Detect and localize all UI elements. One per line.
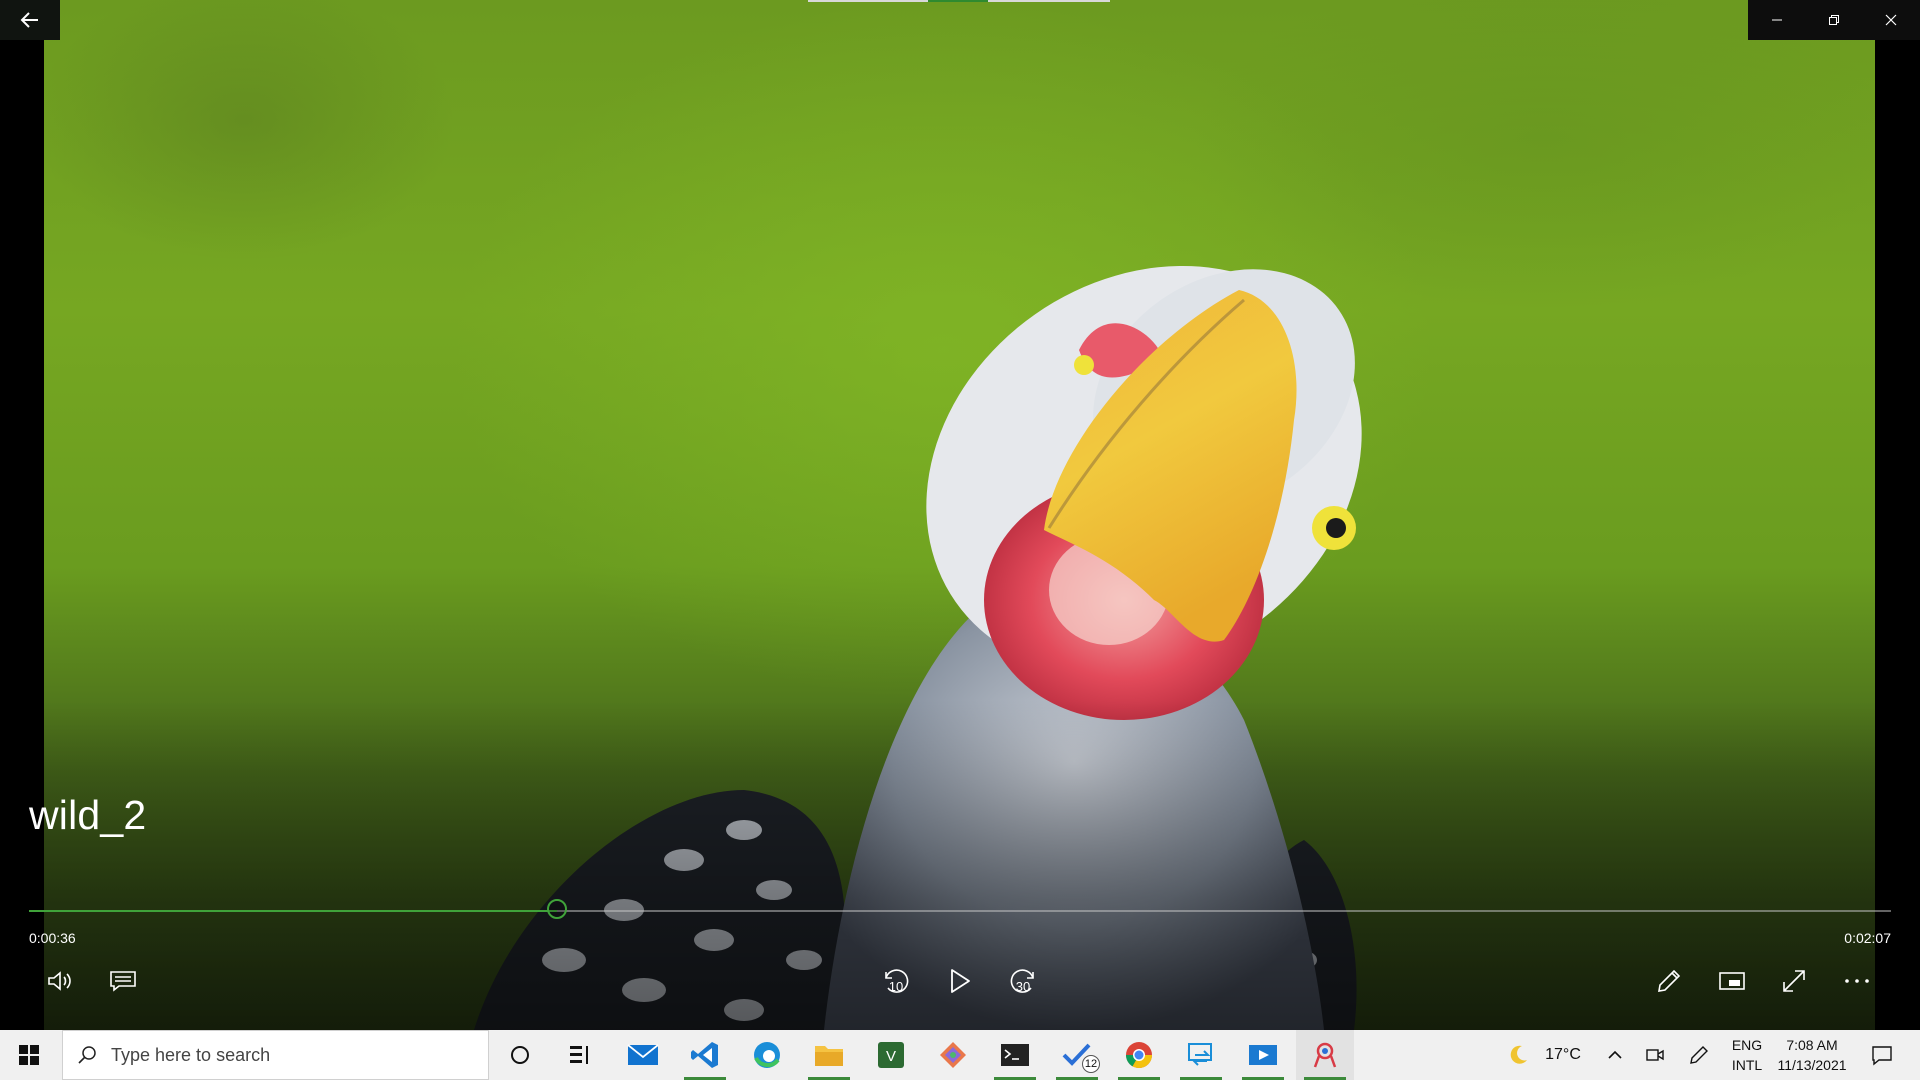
- volume-icon: [48, 971, 71, 991]
- tray-pen-workspace[interactable]: [1684, 1030, 1714, 1080]
- taskbar-vscode[interactable]: [676, 1030, 734, 1080]
- skip-back-button[interactable]: 10: [873, 958, 919, 1004]
- start-button[interactable]: [0, 1030, 58, 1080]
- notification-center-button[interactable]: [1862, 1030, 1902, 1080]
- fullscreen-button[interactable]: [1771, 958, 1817, 1004]
- task-view-icon: [570, 1046, 588, 1064]
- weather-widget[interactable]: [1500, 1030, 1536, 1080]
- clock[interactable]: 7:08 AM 11/13/2021: [1772, 1035, 1852, 1075]
- chrome-icon: [1125, 1042, 1153, 1069]
- close-button[interactable]: [1862, 0, 1919, 40]
- seek-bar[interactable]: [29, 899, 1891, 919]
- fullscreen-icon: [1783, 970, 1805, 992]
- mini-view-icon: [1719, 972, 1745, 990]
- play-button[interactable]: [937, 958, 983, 1004]
- back-button[interactable]: [0, 0, 60, 40]
- video-title: wild_2: [29, 792, 147, 838]
- back-arrow-icon: [20, 12, 38, 28]
- remote-transfer-icon: [1188, 1043, 1212, 1066]
- clock-date: 11/13/2021: [1777, 1057, 1847, 1073]
- clock-time: 7:08 AM: [1786, 1037, 1838, 1053]
- photos-video-icon: [1313, 1042, 1337, 1068]
- search-placeholder: Type here to search: [111, 1044, 271, 1065]
- camera-icon: [1646, 1049, 1664, 1061]
- taskbar-terminal[interactable]: [986, 1030, 1044, 1080]
- volume-button[interactable]: [38, 958, 84, 1004]
- play-icon: [951, 969, 970, 993]
- skip-forward-label: 30: [1016, 979, 1030, 994]
- edit-pen-icon: [1658, 969, 1681, 992]
- chevron-up-icon: [1608, 1050, 1622, 1059]
- windows-logo-icon: [19, 1045, 39, 1065]
- taskbar-todo[interactable]: 12: [1048, 1030, 1106, 1080]
- taskbar-edge[interactable]: [738, 1030, 796, 1080]
- vscode-icon: [691, 1042, 718, 1068]
- skip-back-icon: 10: [885, 969, 909, 994]
- seek-progress: [29, 910, 557, 912]
- edit-button[interactable]: [1646, 958, 1692, 1004]
- taskbar-remote-app[interactable]: [1172, 1030, 1230, 1080]
- taskbar-mail[interactable]: [614, 1030, 672, 1080]
- restore-button[interactable]: [1805, 0, 1862, 40]
- total-time: 0:02:07: [1844, 930, 1891, 946]
- more-button[interactable]: [1834, 958, 1880, 1004]
- title-bar-strip: [988, 0, 1110, 2]
- lang-code: ENG: [1731, 1037, 1763, 1053]
- svg-text:V: V: [886, 1048, 896, 1065]
- video-player[interactable]: wild_2 0:00:36 0:02:07 10 30: [0, 0, 1920, 1030]
- cortana-button[interactable]: [491, 1030, 549, 1080]
- taskbar-file-explorer[interactable]: [800, 1030, 858, 1080]
- task-view-button[interactable]: [551, 1030, 609, 1080]
- terminal-icon: [1001, 1044, 1029, 1066]
- taskbar-media-app[interactable]: [1234, 1030, 1292, 1080]
- subtitles-icon: [110, 971, 136, 992]
- tray-meet-now[interactable]: [1640, 1030, 1670, 1080]
- close-icon: [1885, 14, 1896, 26]
- notification-icon: [1872, 1046, 1892, 1066]
- taskbar-visio[interactable]: V: [862, 1030, 920, 1080]
- title-bar-strip: [808, 0, 928, 2]
- mini-view-button[interactable]: [1709, 958, 1755, 1004]
- search-input[interactable]: Type here to search: [62, 1030, 489, 1080]
- tray-overflow-button[interactable]: [1600, 1030, 1630, 1080]
- search-icon: [78, 1046, 96, 1064]
- skip-forward-icon: 30: [1010, 969, 1034, 994]
- edge-icon: [754, 1042, 780, 1068]
- subtitles-button[interactable]: [100, 958, 146, 1004]
- current-time: 0:00:36: [29, 930, 76, 946]
- weather-temp[interactable]: 17°C: [1538, 1030, 1588, 1080]
- input-language[interactable]: ENG INTL: [1727, 1035, 1767, 1075]
- title-bar-strip-accent: [928, 0, 988, 2]
- cortana-icon: [511, 1046, 529, 1064]
- lang-layout: INTL: [1731, 1057, 1763, 1073]
- seek-thumb[interactable]: [546, 899, 567, 919]
- pen-icon: [1690, 1046, 1708, 1064]
- mail-icon: [627, 1044, 659, 1065]
- diamond-app-icon: [940, 1042, 966, 1068]
- minimize-button[interactable]: [1748, 0, 1805, 40]
- folder-icon: [815, 1046, 843, 1066]
- taskbar-git-app[interactable]: [924, 1030, 982, 1080]
- minimize-icon: [1771, 19, 1782, 21]
- restore-icon: [1828, 15, 1839, 25]
- visio-icon: V: [878, 1042, 904, 1068]
- moon-icon: [1510, 1045, 1527, 1064]
- taskbar: Type here to search V 12 17°C ENG INTL 7…: [0, 1030, 1920, 1080]
- taskbar-video-player[interactable]: [1296, 1030, 1354, 1080]
- more-icon: [1845, 979, 1869, 983]
- skip-back-label: 10: [889, 979, 903, 994]
- window-controls: [1748, 0, 1920, 40]
- taskbar-chrome[interactable]: [1110, 1030, 1168, 1080]
- skip-forward-button[interactable]: 30: [1000, 958, 1046, 1004]
- todo-badge: 12: [1082, 1055, 1100, 1073]
- media-player-icon: [1249, 1045, 1277, 1065]
